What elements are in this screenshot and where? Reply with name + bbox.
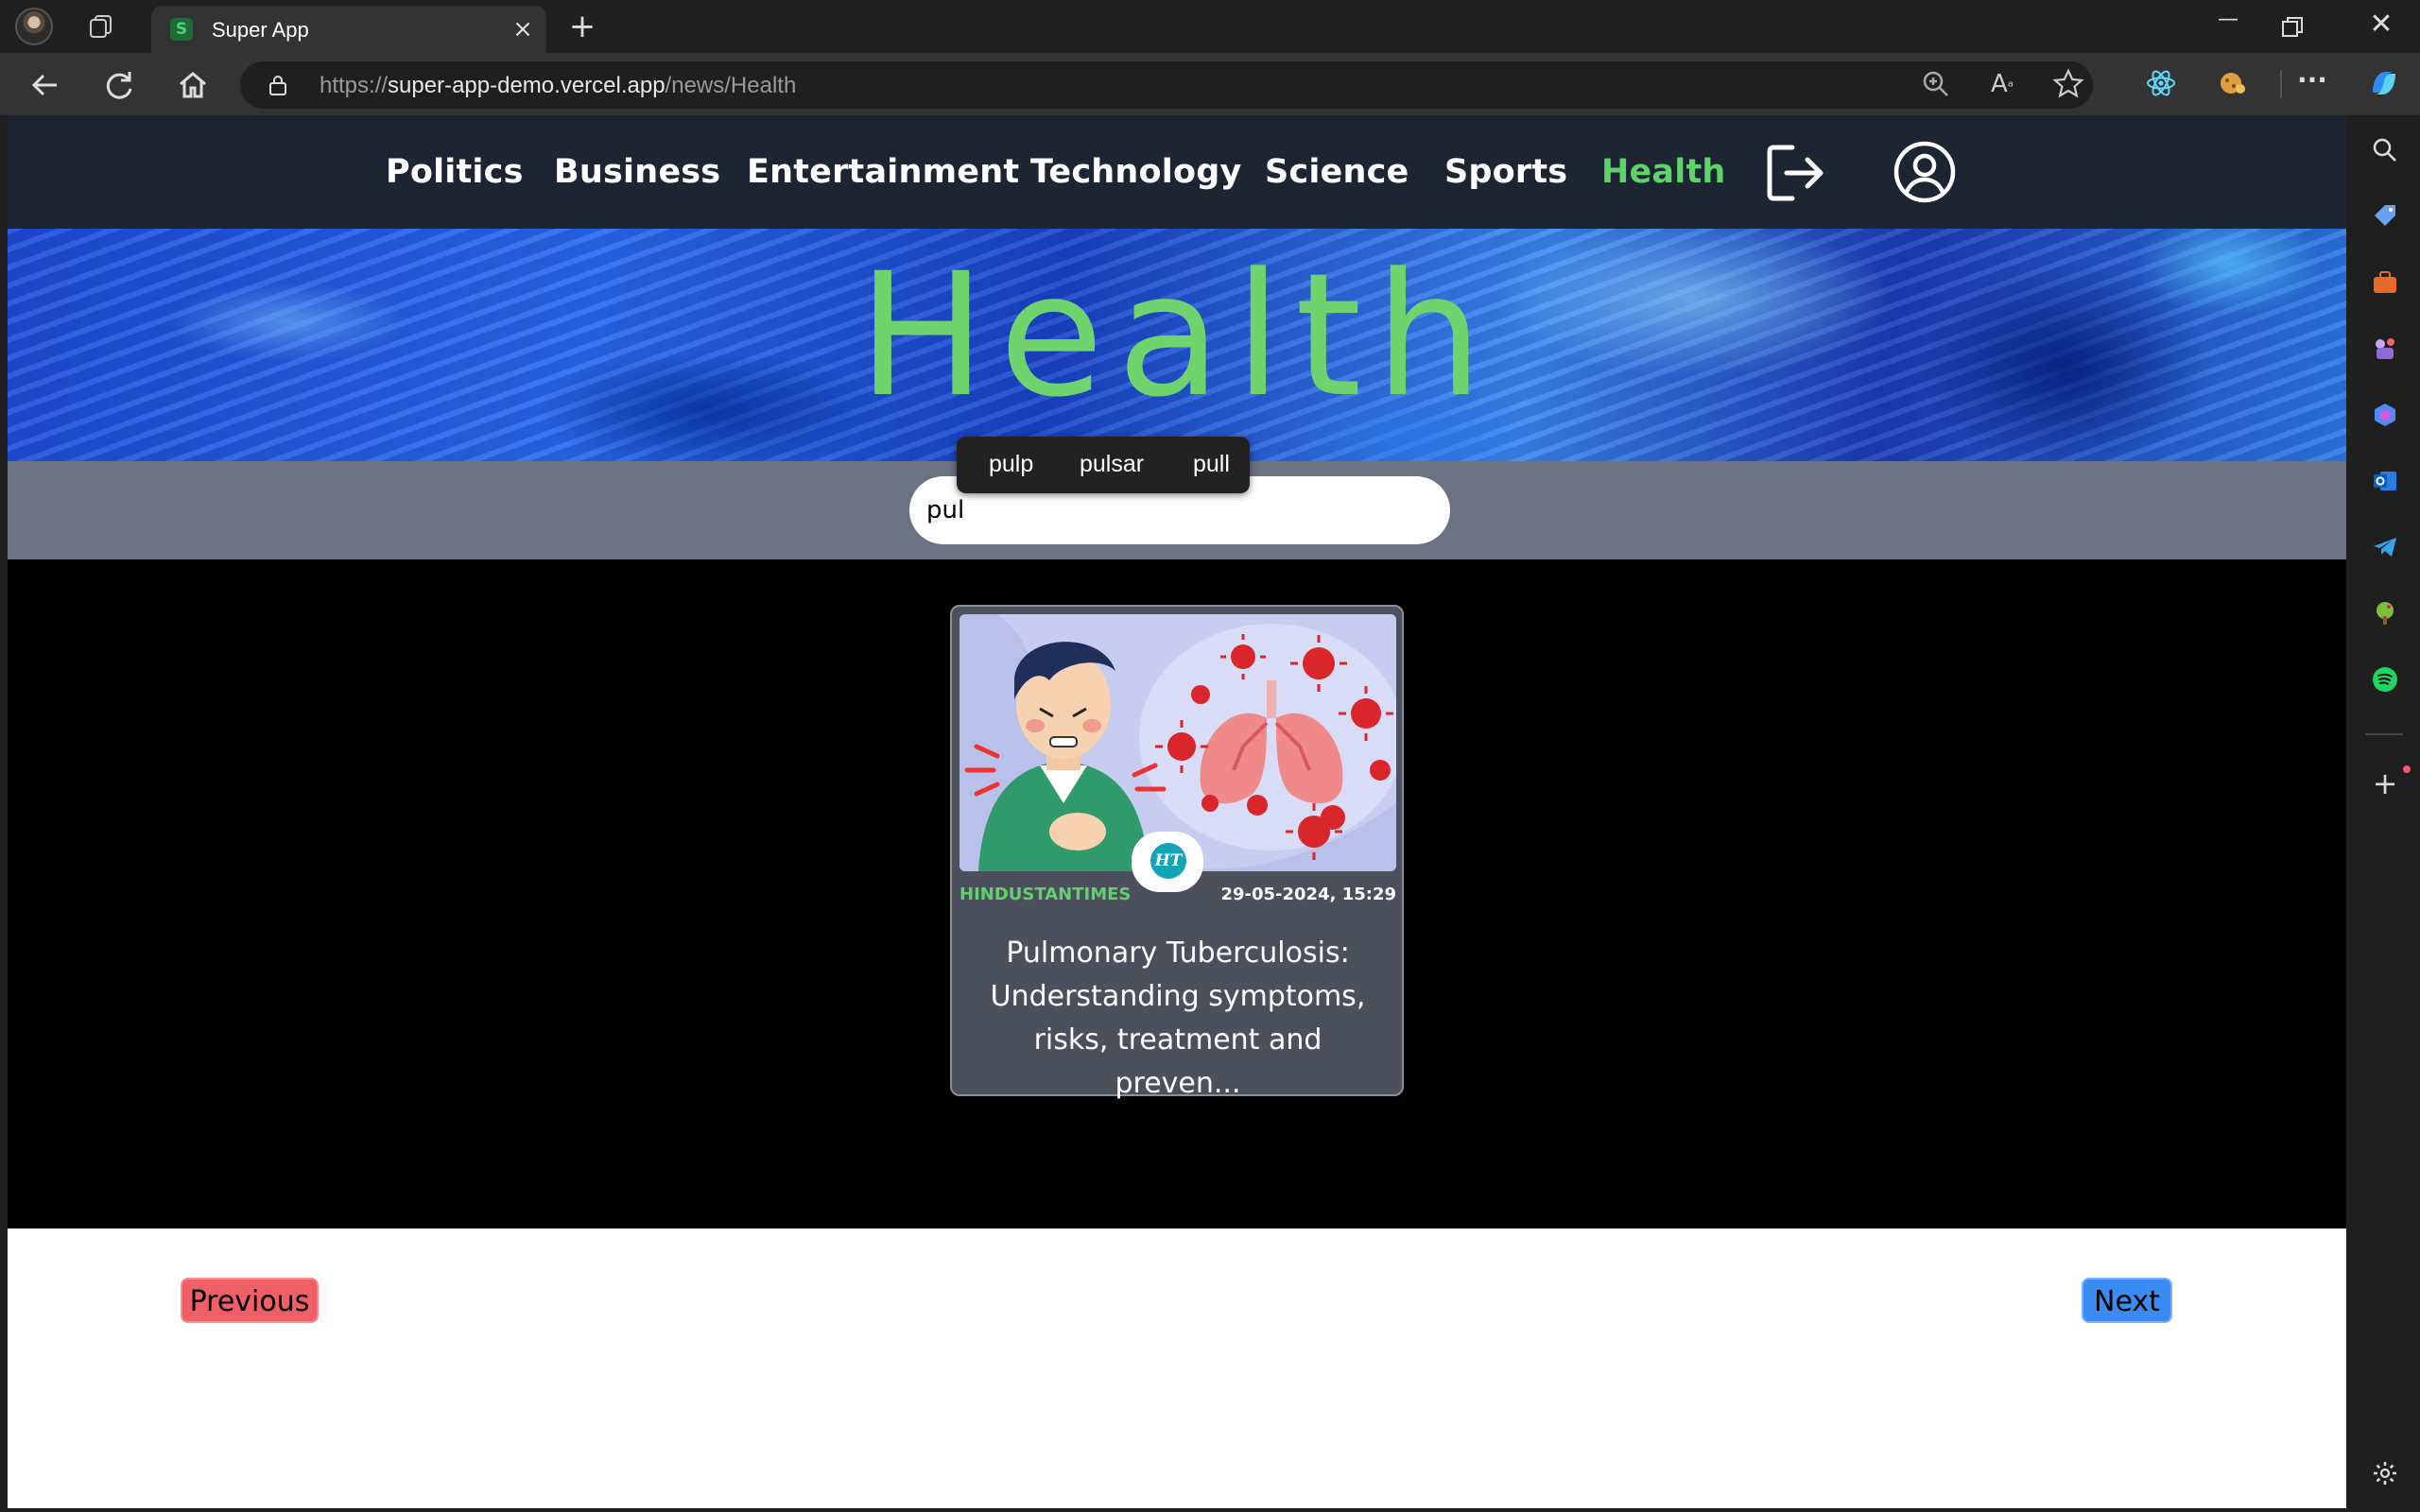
user-circle-icon[interactable] bbox=[1893, 140, 1957, 204]
url-field[interactable]: https://super-app-demo.vercel.app/news/H… bbox=[240, 61, 2093, 109]
microsoft-365-icon[interactable] bbox=[2371, 401, 2399, 429]
shopping-tag-icon[interactable] bbox=[2371, 202, 2399, 231]
nav-link-sports[interactable]: Sports bbox=[1444, 153, 1567, 191]
tree-icon[interactable] bbox=[2371, 599, 2399, 627]
telegram-icon[interactable] bbox=[2371, 533, 2399, 561]
react-devtools-icon[interactable] bbox=[2144, 66, 2178, 100]
suggestion-item[interactable]: pulsar bbox=[1080, 451, 1144, 478]
extension-cookie-icon[interactable] bbox=[2216, 66, 2250, 100]
url-text: https://super-app-demo.vercel.app/news/H… bbox=[320, 73, 797, 98]
outlook-icon[interactable] bbox=[2371, 467, 2399, 495]
nav-link-business[interactable]: Business bbox=[554, 153, 720, 191]
tab-favicon: S bbox=[170, 18, 193, 41]
close-window-icon[interactable]: ✕ bbox=[2358, 8, 2405, 45]
news-card-title[interactable]: Pulmonary Tuberculosis: Understanding sy… bbox=[971, 932, 1385, 1106]
restore-icon[interactable] bbox=[2280, 15, 2305, 40]
more-options-icon[interactable]: ··· bbox=[2295, 66, 2329, 100]
site-navbar: Politics Business Entertainment Technolo… bbox=[8, 117, 2346, 229]
source-logo-text: HT bbox=[1150, 843, 1186, 879]
read-aloud-icon[interactable]: Aᵃ bbox=[1985, 67, 2019, 101]
news-card[interactable]: HT HINDUSTANTIMES 29-05-2024, 15:29 Pulm… bbox=[950, 605, 1404, 1100]
favorite-star-icon[interactable] bbox=[2051, 67, 2085, 101]
browser-tab-bar: S Super App × + — ✕ bbox=[0, 0, 2420, 53]
tools-icon[interactable] bbox=[2371, 268, 2399, 297]
zoom-icon[interactable] bbox=[1919, 67, 1953, 101]
nav-link-entertainment[interactable]: Entertainment bbox=[747, 153, 1019, 191]
browser-sidebar: + bbox=[2348, 115, 2420, 1512]
browser-profile-avatar[interactable] bbox=[15, 8, 53, 45]
autocomplete-suggestions: pulp pulsar pull bbox=[957, 437, 1250, 493]
refresh-icon[interactable] bbox=[100, 66, 138, 104]
minimize-icon[interactable]: — bbox=[2204, 8, 2252, 45]
news-card-source: HINDUSTANTIMES bbox=[959, 885, 1132, 904]
notification-dot bbox=[2403, 765, 2411, 773]
workspaces-icon[interactable] bbox=[87, 13, 115, 40]
source-logo-badge: HT bbox=[1132, 832, 1203, 892]
news-content-area: HT HINDUSTANTIMES 29-05-2024, 15:29 Pulm… bbox=[8, 559, 2346, 1323]
new-tab-icon[interactable]: + bbox=[565, 9, 599, 43]
previous-page-button[interactable]: Previous bbox=[181, 1278, 319, 1323]
spotify-icon[interactable] bbox=[2371, 665, 2399, 694]
nav-link-technology[interactable]: Technology bbox=[1030, 153, 1242, 191]
toolbar-divider bbox=[2280, 70, 2282, 98]
banner-title: Health bbox=[857, 237, 1496, 435]
news-card-date: 29-05-2024, 15:29 bbox=[1220, 885, 1396, 904]
nav-link-science[interactable]: Science bbox=[1265, 153, 1409, 191]
suggestion-item[interactable]: pulp bbox=[989, 451, 1033, 478]
logout-icon[interactable] bbox=[1764, 142, 1826, 204]
back-icon[interactable] bbox=[26, 66, 64, 104]
copilot-icon[interactable] bbox=[2365, 64, 2403, 102]
add-sidebar-app-icon[interactable]: + bbox=[2371, 768, 2399, 799]
sidebar-divider bbox=[2365, 733, 2403, 735]
lock-icon[interactable] bbox=[268, 75, 287, 95]
address-bar-row: https://super-app-demo.vercel.app/news/H… bbox=[0, 53, 2420, 115]
page-viewport: Politics Business Entertainment Technolo… bbox=[8, 117, 2346, 1508]
next-page-button[interactable]: Next bbox=[2082, 1278, 2172, 1323]
browser-tab-active[interactable]: S Super App × bbox=[151, 6, 546, 53]
sidebar-settings-gear-icon[interactable] bbox=[2371, 1459, 2399, 1487]
home-icon[interactable] bbox=[174, 66, 212, 104]
nav-link-health[interactable]: Health bbox=[1601, 153, 1726, 191]
suggestion-item[interactable]: pull bbox=[1193, 451, 1230, 478]
nav-link-politics[interactable]: Politics bbox=[386, 153, 524, 191]
search-icon[interactable] bbox=[2371, 136, 2399, 164]
tab-title: Super App bbox=[212, 18, 309, 42]
games-icon[interactable] bbox=[2371, 335, 2399, 363]
tab-close-icon[interactable]: × bbox=[510, 17, 535, 42]
category-banner: Health bbox=[8, 229, 2346, 461]
